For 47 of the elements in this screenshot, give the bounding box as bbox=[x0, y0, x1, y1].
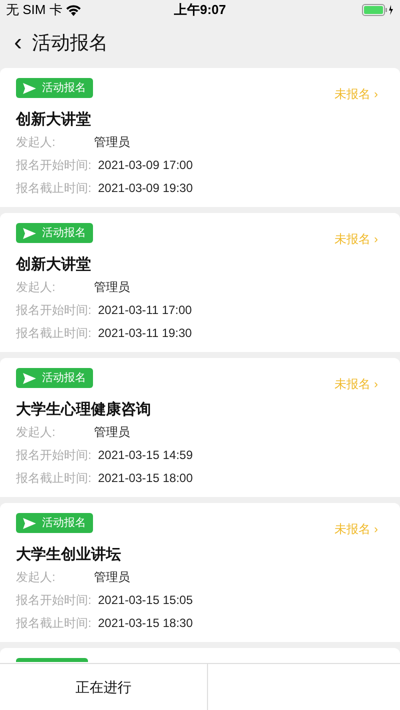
end-time-value: 2021-03-11 19:30 bbox=[98, 325, 192, 342]
activity-tag: 活动报名 bbox=[16, 513, 93, 533]
organizer-value: 管理员 bbox=[93, 569, 130, 586]
start-time-label: 报名开始时间: bbox=[16, 592, 92, 609]
start-time-label: 报名开始时间: bbox=[16, 302, 92, 319]
start-time-value: 2021-03-09 17:00 bbox=[98, 157, 193, 174]
activity-title: 大学生创业讲坛 bbox=[16, 545, 122, 565]
activity-tag: 活动报名 bbox=[16, 223, 93, 243]
end-time-label: 报名截止时间: bbox=[16, 615, 92, 632]
carrier-text: 无 SIM 卡 bbox=[6, 1, 62, 20]
clock-text: 上午9:07 bbox=[174, 1, 226, 20]
activity-card[interactable]: 活动报名 未报名 › 大学生创业讲坛 发起人: 管理员 报名开始时间: 2021-03-15 15:05 报名截止时间: 2021-03-15 18:30 bbox=[0, 503, 400, 642]
start-time-label: 报名开始时间: bbox=[16, 447, 92, 464]
activity-title: 创新大讲堂 bbox=[16, 255, 92, 275]
battery-icon bbox=[362, 4, 394, 16]
activity-card[interactable]: 活动报名 未报名 › 创新大讲堂 发起人: 管理员 报名开始时间: 2021-03-11 17:00 报名截止时间: 2021-03-11 19:30 bbox=[0, 213, 400, 352]
end-time-label: 报名截止时间: bbox=[16, 470, 92, 487]
organizer-label: 发起人: bbox=[16, 279, 56, 296]
start-time-value: 2021-03-15 14:59 bbox=[98, 447, 193, 464]
organizer-value: 管理员 bbox=[93, 424, 130, 441]
organizer-value: 管理员 bbox=[93, 279, 130, 296]
start-time-value: 2021-03-15 15:05 bbox=[98, 592, 193, 609]
end-time-value: 2021-03-15 18:00 bbox=[98, 470, 193, 487]
end-time-label: 报名截止时间: bbox=[16, 180, 92, 197]
send-icon bbox=[23, 82, 36, 94]
organizer-label: 发起人: bbox=[16, 424, 56, 441]
start-time-value: 2021-03-11 17:00 bbox=[98, 302, 192, 319]
activity-title: 创新大讲堂 bbox=[16, 110, 92, 130]
organizer-value: 管理员 bbox=[93, 134, 130, 151]
organizer-label: 发起人: bbox=[16, 134, 56, 151]
end-time-label: 报名截止时间: bbox=[16, 325, 92, 342]
activity-title: 大学生心理健康咨询 bbox=[16, 400, 152, 420]
end-time-value: 2021-03-09 19:30 bbox=[98, 180, 193, 197]
start-time-label: 报名开始时间: bbox=[16, 157, 92, 174]
wifi-icon bbox=[66, 4, 82, 16]
activity-tag bbox=[16, 658, 88, 662]
activity-card[interactable]: 活动报名 未报名 › 创新大讲堂 发起人: 管理员 报名开始时间: 2021-03-09 17:00 报名截止时间: 2021-03-09 19:30 bbox=[0, 68, 400, 207]
organizer-label: 发起人: bbox=[16, 569, 56, 586]
send-icon bbox=[23, 228, 36, 238]
end-time-value: 2021-03-15 18:30 bbox=[98, 615, 193, 632]
send-icon bbox=[23, 518, 36, 528]
back-button[interactable]: ‹ bbox=[14, 30, 22, 58]
send-icon bbox=[23, 372, 36, 384]
activity-tag: 活动报名 bbox=[16, 78, 93, 98]
activity-card[interactable]: 活动报名 未报名 › 大学生心理健康咨询 发起人: 管理员 报名开始时间: 2021-03-15 14:59 报名截止时间: 2021-03-15 18:00 bbox=[0, 358, 400, 497]
page-title: 活动报名 bbox=[32, 32, 108, 56]
activity-tag: 活动报名 bbox=[16, 368, 93, 388]
